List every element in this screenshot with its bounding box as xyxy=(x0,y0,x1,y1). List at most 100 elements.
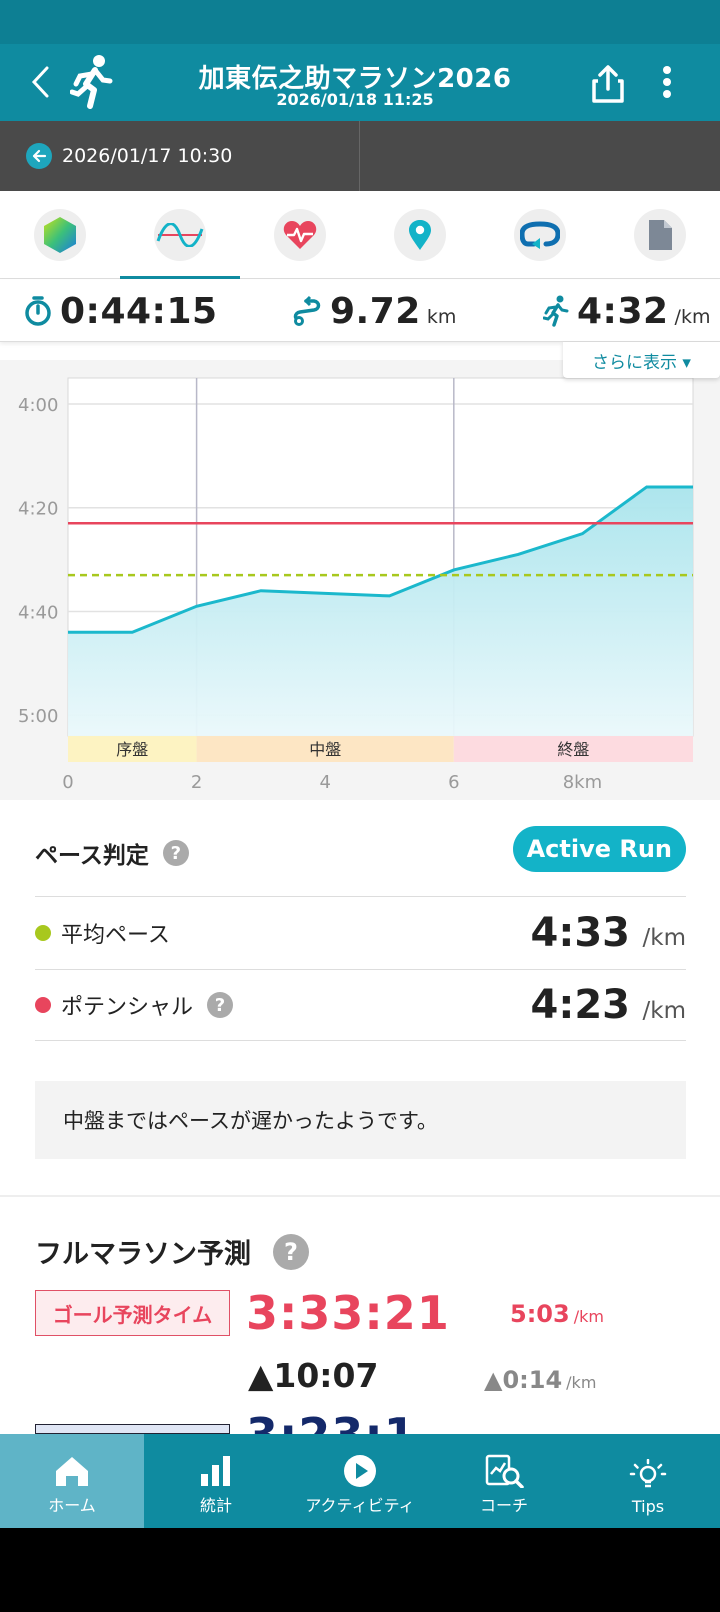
nav-tips-label: Tips xyxy=(631,1497,665,1516)
detail-tabs xyxy=(0,191,720,279)
segment-label: 中盤 xyxy=(309,740,341,759)
system-navigation-bar xyxy=(0,1528,720,1612)
distance-unit: km xyxy=(426,306,457,328)
tab-pace-graph[interactable] xyxy=(120,191,240,279)
x-tick-label: 0 xyxy=(62,772,73,793)
average-pace-unit: /km xyxy=(642,925,686,951)
help-icon[interactable]: ? xyxy=(162,840,189,866)
bottom-navigation: ホーム 統計 アクティビティ コーチ Tips xyxy=(0,1434,720,1528)
document-icon xyxy=(649,220,672,250)
compare-bar: 2026/01/17 10:30 xyxy=(0,121,720,191)
tab-summary[interactable] xyxy=(0,191,120,279)
nav-home[interactable]: ホーム xyxy=(0,1434,144,1528)
arrow-left-icon xyxy=(26,143,52,169)
status-bar xyxy=(0,0,720,44)
previous-prediction-time-text: 3:23:14 xyxy=(246,1412,416,1434)
play-icon xyxy=(344,1455,376,1487)
distance-value: 9.72 xyxy=(330,290,421,332)
x-tick-label: 6 xyxy=(448,772,459,793)
heart-rate-icon xyxy=(283,221,317,249)
nav-coach-label: コーチ xyxy=(479,1496,528,1515)
marathon-prediction-title-text: フルマラソン予測 xyxy=(35,1239,251,1270)
pace-comment: 中盤まではペースが遅かったようです。 xyxy=(35,1081,686,1159)
tab-map[interactable] xyxy=(360,191,480,279)
x-tick-label: 4 xyxy=(319,772,330,793)
lightbulb-icon xyxy=(629,1459,667,1488)
average-pace-value: 4:33 xyxy=(530,909,631,956)
tab-heart-rate[interactable] xyxy=(240,191,360,279)
previous-prediction-time: 3:23:14 xyxy=(246,1412,416,1434)
potential-pace-dot xyxy=(35,997,51,1013)
summary-row: 0:44:15 9.72 km 4:32 /km xyxy=(0,280,720,342)
hexagon-icon xyxy=(44,217,76,253)
pace-difference: ▲0:14/km xyxy=(484,1366,596,1394)
nav-home-label: ホーム xyxy=(48,1496,96,1515)
activity-detail-screen: 加東伝之助マラソン2026 2026/01/18 11:25 2026/01/1… xyxy=(0,0,720,1612)
home-icon xyxy=(56,1457,88,1486)
total-time-value: 0:44:15 xyxy=(60,290,218,332)
goal-pace-value: 5:03 xyxy=(510,1300,570,1328)
compare-previous-button[interactable]: 2026/01/17 10:30 xyxy=(0,121,360,191)
lap-loop-icon xyxy=(520,221,560,249)
goal-prediction-pace: 5:03/km xyxy=(510,1300,604,1328)
back-button[interactable] xyxy=(22,64,58,100)
pace-judgement-section: ペース判定 ? Active Run 平均ペース 4:33 /km ポテンシャル… xyxy=(35,826,686,1041)
pace-difference-unit: /km xyxy=(566,1373,597,1392)
help-icon[interactable]: ? xyxy=(273,1233,309,1270)
pace-unit: /km xyxy=(674,306,711,328)
time-difference: ▲10:07 xyxy=(248,1356,379,1395)
tab-laps[interactable] xyxy=(480,191,600,279)
bar-chart-icon xyxy=(201,1456,230,1486)
runner-icon xyxy=(543,295,569,327)
runner-icon xyxy=(70,55,113,109)
more-menu-icon[interactable] xyxy=(652,62,682,102)
segment-label: 終盤 xyxy=(557,740,589,759)
goal-pace-unit: /km xyxy=(573,1307,604,1326)
y-tick-label: 4:40 xyxy=(18,602,58,623)
potential-pace-unit: /km xyxy=(642,998,686,1024)
map-pin-icon xyxy=(409,220,431,250)
share-icon[interactable] xyxy=(588,64,628,104)
pace-difference-value: ▲0:14 xyxy=(484,1366,563,1394)
y-tick-label: 4:00 xyxy=(18,395,58,416)
total-time: 0:44:15 xyxy=(24,280,218,342)
pace-judgement-title-text: ペース判定 xyxy=(35,843,149,869)
coach-icon xyxy=(485,1454,524,1488)
nav-stats-label: 統計 xyxy=(199,1496,232,1515)
compare-date: 2026/01/17 10:30 xyxy=(62,145,233,167)
potential-pace-label: ポテンシャル xyxy=(61,995,194,1020)
tab-memo[interactable] xyxy=(600,191,720,279)
goal-prediction-time: 3:33:21 xyxy=(246,1286,450,1340)
wave-graph-icon xyxy=(156,223,204,247)
nav-activity[interactable]: アクティビティ xyxy=(288,1434,432,1528)
nav-tips[interactable]: Tips xyxy=(576,1434,720,1528)
nav-stats[interactable]: 統計 xyxy=(144,1434,288,1528)
active-run-badge: Active Run xyxy=(512,826,686,872)
average-pace: 4:32 /km xyxy=(543,280,710,342)
route-icon xyxy=(293,295,321,326)
chevron-left-icon xyxy=(31,66,49,98)
x-tick-label: 2 xyxy=(191,772,202,793)
marathon-prediction-title: フルマラソン予測 ? xyxy=(35,1232,309,1271)
segment-label: 序盤 xyxy=(116,740,148,759)
potential-pace-value: 4:23 xyxy=(530,982,631,1028)
previous-prediction-badge xyxy=(35,1424,230,1434)
x-tick-label: 8km xyxy=(563,772,602,793)
pace-chart: 4:00 4:20 4:40 5:00 序盤 中盤 終盤 0 2 4 6 8km xyxy=(18,377,694,793)
y-tick-label: 5:00 xyxy=(18,706,58,727)
section-divider xyxy=(0,1195,720,1197)
pace-value: 4:32 xyxy=(577,290,669,332)
average-pace-label: 平均ペース xyxy=(61,922,170,948)
nav-coach[interactable]: コーチ xyxy=(432,1434,576,1528)
y-tick-label: 4:20 xyxy=(18,499,58,520)
potential-pace-row: ポテンシャル ? 4:23 /km xyxy=(35,969,686,1041)
help-icon[interactable]: ? xyxy=(207,992,234,1018)
stopwatch-icon xyxy=(25,296,51,326)
average-pace-dot xyxy=(35,924,51,941)
tab-active-indicator xyxy=(120,276,240,279)
average-pace-row: 平均ペース 4:33 /km xyxy=(35,896,686,968)
total-distance: 9.72 km xyxy=(292,280,456,342)
app-header: 加東伝之助マラソン2026 2026/01/18 11:25 xyxy=(0,44,720,121)
goal-prediction-badge: ゴール予測タイム xyxy=(35,1290,230,1336)
show-more-button[interactable]: さらに表示 ▾ xyxy=(563,342,720,378)
